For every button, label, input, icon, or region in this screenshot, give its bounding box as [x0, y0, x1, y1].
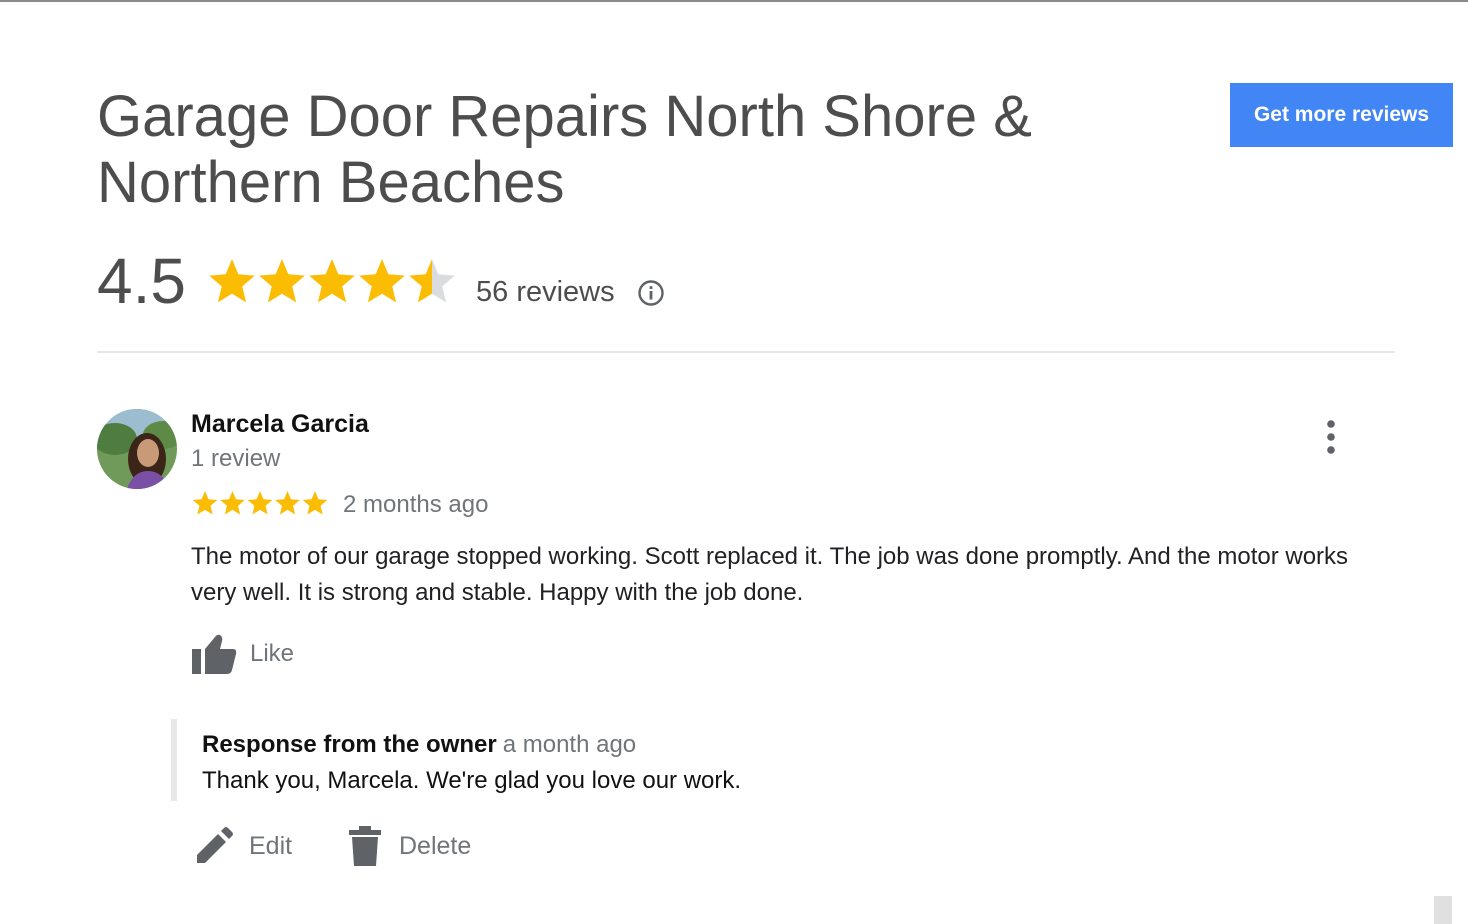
window-top-border	[0, 0, 1468, 2]
reviewer-avatar[interactable]	[97, 409, 177, 489]
section-divider	[97, 351, 1395, 353]
owner-response-text: Thank you, Marcela. We're glad you love …	[202, 767, 742, 794]
like-label: Like	[250, 640, 295, 667]
rating-star-icon	[209, 259, 255, 303]
owner-response: Response from the owner a month ago Thank…	[171, 719, 1077, 801]
delete-button[interactable]: Delete	[345, 822, 471, 870]
owner-response-date: a month ago	[502, 731, 637, 758]
thumb-up-icon	[192, 634, 237, 674]
review-star-icon	[247, 491, 273, 515]
reviewer-name[interactable]: Marcela Garcia	[191, 408, 369, 440]
review-date: 2 months ago	[343, 491, 489, 518]
rating-star-icon	[309, 259, 355, 303]
rating-star-icon	[409, 259, 455, 303]
rating-star-icon	[259, 259, 305, 303]
rating-star-icon	[359, 259, 405, 303]
review-text: The motor of our garage stopped working.…	[191, 543, 1349, 606]
trash-icon	[349, 826, 381, 866]
review-star-icon	[192, 491, 218, 515]
review-count[interactable]: 56 reviews	[476, 274, 615, 310]
edit-button[interactable]: Edit	[193, 822, 292, 870]
review-stars	[192, 491, 328, 515]
owner-response-title: Response from the owner	[202, 731, 497, 758]
rating-stars	[209, 259, 455, 303]
reviewer-review-count: 1 review	[191, 445, 281, 472]
rating-value: 4.5	[97, 245, 186, 317]
scrollbar-corner[interactable]	[1434, 896, 1452, 924]
business-title: Garage Door Repairs North Shore & Northe…	[97, 84, 1032, 215]
review-star-icon	[275, 491, 300, 515]
get-more-reviews-button[interactable]: Get more reviews	[1230, 83, 1453, 147]
review-star-icon	[220, 491, 245, 515]
edit-label: Edit	[249, 831, 293, 860]
delete-label: Delete	[399, 831, 472, 860]
owner-response-header: Response from the owner a month ago	[202, 730, 636, 760]
more-vert-icon[interactable]	[1316, 418, 1346, 458]
like-button[interactable]: Like	[190, 632, 294, 676]
edit-pencil-icon	[197, 827, 233, 863]
review-star-icon	[302, 491, 328, 515]
info-icon[interactable]	[637, 279, 665, 307]
